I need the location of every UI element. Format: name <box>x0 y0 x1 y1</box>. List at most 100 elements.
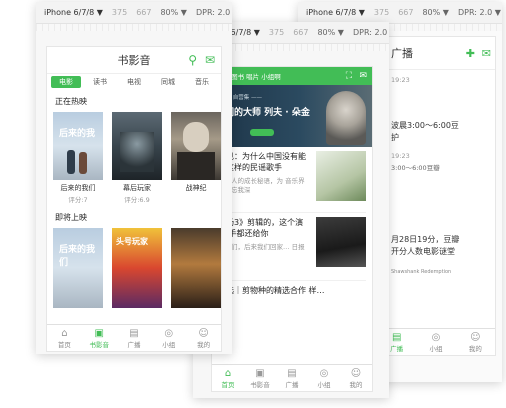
tab-profile[interactable]: ☺ 我的 <box>456 329 495 355</box>
movie-poster <box>171 228 221 308</box>
message-icon[interactable]: ✉ <box>482 47 491 60</box>
tab-books[interactable]: 读书 <box>85 76 115 88</box>
tab-label: 我的 <box>468 344 482 353</box>
section-coming-soon: 即将上映 <box>55 213 87 222</box>
right-screen: 广播 ✚ ✉ 19:23 波晨3:00～6:00豆 护 19:23 3:00～6… <box>376 36 496 356</box>
broadcast-icon: ▤ <box>129 327 139 339</box>
width-field[interactable]: 375 <box>374 8 389 17</box>
profile-icon: ☺ <box>350 367 362 379</box>
list-item[interactable]: 意见：为什么中国没有能 伦这样的民谣歌手 一代人的成长秘语，为 音乐界发展忘我深 <box>218 147 366 213</box>
tab-group[interactable]: ◎ 小组 <box>308 365 340 391</box>
entry-time: 19:23 <box>391 152 410 160</box>
add-friend-icon[interactable]: ✚ <box>466 47 475 60</box>
tab-broadcast[interactable]: ▤ 广播 <box>276 365 308 391</box>
tab-profile[interactable]: ☺ 我的 <box>340 365 372 391</box>
promo-banner[interactable]: —— 自营集 —— 我们的大师 列夫 · 朵金 <box>212 85 372 147</box>
message-icon[interactable]: ✉ <box>359 71 367 81</box>
list-item[interactable]: 剧场3》剪辑的，这个演算 手都还给你 孩子们，后来我们回家… 日报 <box>218 213 366 281</box>
tab-label: 广播 <box>390 344 404 353</box>
home-icon: ⌂ <box>224 367 232 379</box>
tab-home[interactable]: ⌂ 首页 <box>212 365 244 391</box>
tab-group[interactable]: ◎ 小组 <box>416 329 455 355</box>
device-select[interactable]: iPhone 6/7/8 ▼ <box>306 8 365 17</box>
middle-feed: 意见：为什么中国没有能 伦这样的民谣歌手 一代人的成长秘语，为 音乐界发展忘我深 … <box>212 147 372 321</box>
search-icon[interactable]: ⚲ <box>188 53 197 67</box>
movie-card[interactable]: 幕后玩家 评分:6.9 <box>112 112 162 204</box>
tab-local[interactable]: 同城 <box>153 76 183 88</box>
left-tabbar: ⌂ 首页 ▣ 书影音 ▤ 广播 ◎ 小组 ☺ 我的 <box>47 324 221 351</box>
movie-card[interactable]: 战神纪 <box>171 112 221 204</box>
tab-music[interactable]: 音乐 <box>187 76 217 88</box>
tab-books-movies[interactable]: ▣ 书影音 <box>244 365 276 391</box>
dpr-select[interactable]: DPR: 2.0 ▼ <box>458 8 501 17</box>
height-field[interactable]: 667 <box>293 28 308 37</box>
entry-text: 波晨3:00～6:00豆 <box>391 121 459 130</box>
zoom-select[interactable]: 80% ▼ <box>317 28 343 37</box>
height-field[interactable]: 667 <box>398 8 413 17</box>
right-header: 广播 ✚ ✉ <box>377 37 495 70</box>
right-feed: 19:23 波晨3:00～6:00豆 护 19:23 3:00～6:00豆瓣 月… <box>377 70 495 282</box>
device-select[interactable]: iPhone 6/7/8 ▼ <box>44 8 103 17</box>
tab-group[interactable]: ◎ 小组 <box>151 325 186 351</box>
message-icon[interactable]: ✉ <box>205 53 215 67</box>
movie-card[interactable]: 后来的我 后来的我们 评分:7 <box>53 112 103 204</box>
entry-text: 月28日19分，豆瓣 <box>391 235 460 244</box>
tab-label: 我的 <box>349 380 363 389</box>
device-toolbar: iPhone 6/7/8 ▼ 375 667 80% ▼ DPR: 2.0 ▼ <box>36 2 232 24</box>
left-phone-window: iPhone 6/7/8 ▼ 375 667 80% ▼ DPR: 2.0 ▼ … <box>36 2 232 354</box>
middle-header: 影视 图书 唱片 小组啊 ⛶ ✉ <box>212 67 372 85</box>
banner-button[interactable] <box>250 129 274 136</box>
tab-movies[interactable]: 电影 <box>51 76 81 88</box>
entry-time: 19:23 <box>391 76 410 84</box>
movie-card[interactable]: 后来的我们 <box>53 228 103 308</box>
movie-poster: 后来的我 <box>53 112 103 180</box>
list-item[interactable]: 精选｜剪物种的精选合作 样… <box>218 281 366 321</box>
tab-books-movies[interactable]: ▣ 书影音 <box>82 325 117 351</box>
caption: Shawshank Redemption <box>391 269 452 275</box>
tab-profile[interactable]: ☺ 我的 <box>186 325 221 351</box>
tab-label: 小组 <box>162 340 176 349</box>
poster-title-art: 头号玩家 <box>116 237 148 246</box>
tab-label: 首页 <box>221 380 235 389</box>
movie-title: 幕后玩家 <box>123 184 151 192</box>
height-field[interactable]: 667 <box>136 8 151 17</box>
tab-label: 首页 <box>57 340 71 349</box>
film-icon: ▣ <box>94 327 104 339</box>
section-now-showing: 正在热映 <box>55 97 87 106</box>
movie-title: 后来的我们 <box>60 184 96 192</box>
home-icon: ⌂ <box>61 327 68 339</box>
movie-poster <box>171 112 221 180</box>
width-field[interactable]: 375 <box>269 28 284 37</box>
tab-broadcast[interactable]: ▤ 广播 <box>117 325 152 351</box>
profile-icon: ☺ <box>198 327 209 339</box>
tab-label: 广播 <box>285 380 299 389</box>
tab-label: 书影音 <box>250 380 270 389</box>
coming-soon-list: 后来的我们 头号玩家 <box>47 228 221 308</box>
item-thumbnail <box>316 151 366 201</box>
entry-text: 开分人数电影谜堂 <box>391 247 455 256</box>
width-field[interactable]: 375 <box>112 8 127 17</box>
movie-score: 评分:6.9 <box>124 196 150 204</box>
dpr-select[interactable]: DPR: 2.0 ▼ <box>196 8 232 17</box>
tab-label: 小组 <box>317 380 331 389</box>
broadcast-icon: ▤ <box>391 331 402 343</box>
movie-card[interactable]: 头号玩家 <box>112 228 162 308</box>
device-toolbar: iPhone 6/7/8 ▼ 375 667 80% ▼ DPR: 2.0 ▼ <box>298 2 502 24</box>
zoom-select[interactable]: 80% ▼ <box>422 8 448 17</box>
now-showing-list: 后来的我 后来的我们 评分:7 幕后玩家 评分:6.9 战神纪 <box>47 112 221 204</box>
zoom-select[interactable]: 80% ▼ <box>160 8 186 17</box>
entry-text: 3:00～6:00豆瓣 <box>391 164 440 172</box>
movie-card[interactable] <box>171 228 221 308</box>
dpr-select[interactable]: DPR: 2.0 ▼ <box>353 28 389 37</box>
tab-home[interactable]: ⌂ 首页 <box>47 325 82 351</box>
tab-label: 我的 <box>197 340 211 349</box>
ruler <box>36 24 232 31</box>
right-tabbar: ▤ 广播 ◎ 小组 ☺ 我的 <box>377 328 495 355</box>
group-icon: ◎ <box>319 367 329 379</box>
film-icon: ▣ <box>255 367 265 379</box>
tab-tv[interactable]: 电视 <box>119 76 149 88</box>
left-screen: 书影音 ⚲ ✉ 电影 读书 电视 同城 音乐 正在热映 后来的我 后来的我们 评… <box>46 46 222 352</box>
profile-icon: ☺ <box>470 331 481 343</box>
middle-screen: 影视 图书 唱片 小组啊 ⛶ ✉ —— 自营集 —— 我们的大师 列夫 · 朵金… <box>211 66 373 392</box>
scan-icon[interactable]: ⛶ <box>346 71 352 81</box>
